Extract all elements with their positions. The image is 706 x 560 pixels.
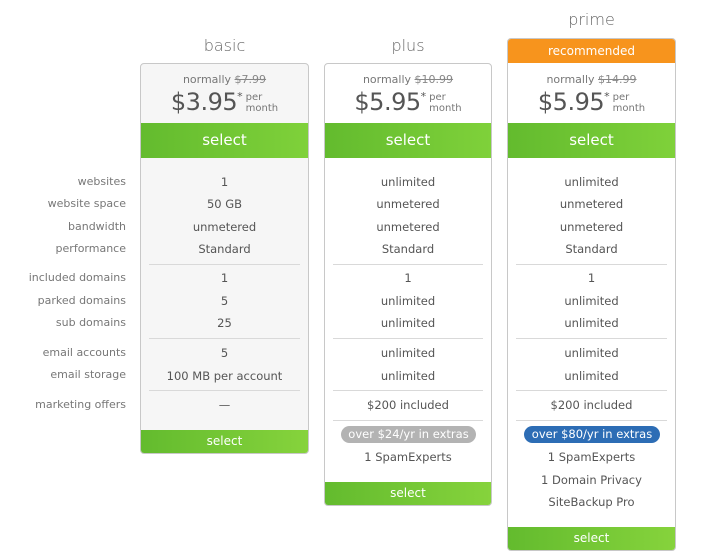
feature-label-website-space: website space (47, 197, 126, 210)
feature-label-sub-domains: sub domains (55, 316, 126, 329)
feature-label-performance: performance (55, 242, 126, 255)
price-asterisk: * (237, 90, 243, 103)
feature-value: 100 MB per account (166, 369, 283, 383)
recommended-ribbon: recommended (508, 39, 675, 63)
feature-value: 1 (404, 271, 412, 285)
feature-value: unlimited (564, 294, 619, 308)
extra-item: 1 SpamExperts (364, 450, 452, 464)
extras-badge: over $24/yr in extras (341, 426, 476, 443)
feature-value: unlimited (564, 316, 619, 330)
feature-value: 1 (587, 271, 596, 285)
select-button-plus-bottom[interactable]: select (325, 482, 491, 505)
feature-value: unlimited (380, 294, 436, 308)
price: $5.95 (354, 88, 421, 116)
feature-value: unlimited (380, 175, 436, 189)
feature-value: Standard (565, 242, 618, 256)
feature-value: 25 (217, 316, 232, 330)
divider (516, 338, 667, 339)
feature-value: unlimited (564, 346, 619, 360)
feature-value: 1 (220, 175, 229, 189)
feature-value: unmetered (559, 220, 624, 234)
feature-value: 5 (220, 346, 229, 360)
month-label: month (245, 103, 279, 114)
select-button-basic-bottom[interactable]: select (141, 430, 308, 453)
feature-value: unlimited (380, 316, 436, 330)
price: $5.95 (537, 88, 605, 116)
divider (333, 390, 483, 391)
plan-name-prime: prime (568, 10, 615, 29)
feature-value: 1 (220, 271, 229, 285)
divider (149, 390, 300, 391)
divider (333, 338, 483, 339)
divider (333, 420, 483, 421)
extras-badge: over $80/yr in extras (524, 426, 660, 443)
plan-card-plus: normally $10.99 $5.95 * per month select… (324, 63, 492, 506)
feature-label-bandwidth: bandwidth (68, 220, 126, 233)
divider (516, 264, 667, 265)
feature-label-included-domains: included domains (28, 271, 126, 284)
feature-value: Standard (198, 242, 251, 256)
divider (516, 390, 667, 391)
normally-label: normally (546, 73, 595, 86)
normally-label: normally (362, 73, 412, 86)
normal-price-line: normally $7.99 (141, 73, 308, 87)
divider (149, 338, 300, 339)
feature-label-parked-domains: parked domains (37, 294, 126, 307)
feature-value: 5 (220, 294, 229, 308)
per-label: per (429, 92, 446, 103)
divider (149, 264, 300, 265)
divider (333, 264, 483, 265)
feature-value: unlimited (564, 175, 619, 189)
plan-name-basic: basic (203, 36, 246, 55)
feature-value: unlimited (380, 369, 436, 383)
normal-price: $7.99 (234, 73, 267, 86)
feature-label-websites: websites (77, 175, 126, 188)
month-label: month (429, 103, 462, 114)
normally-label: normally (182, 73, 232, 86)
per-label: per (612, 92, 630, 103)
feature-value: unmetered (559, 197, 624, 211)
feature-label-marketing-offers: marketing offers (35, 398, 126, 411)
per-month: per month (613, 92, 645, 114)
feature-value: Standard (381, 242, 435, 256)
month-label: month (612, 103, 646, 114)
feature-value: 50 GB (206, 197, 243, 211)
feature-value: $200 included (550, 398, 633, 412)
feature-value: unmetered (192, 220, 257, 234)
per-month: per month (429, 92, 461, 114)
plan-card-prime: recommended normally $14.99 $5.95 * per … (507, 38, 676, 551)
feature-value: unmetered (376, 197, 440, 211)
price: $3.95 (170, 88, 238, 116)
normal-price: $14.99 (598, 73, 637, 86)
feature-value: — (218, 398, 231, 412)
extra-item: 1 SpamExperts (547, 450, 636, 464)
per-month: per month (246, 92, 278, 114)
price-row: $3.95 * per month (141, 88, 308, 116)
extra-item: SiteBackup Pro (548, 495, 635, 509)
select-button-prime[interactable]: select (508, 123, 675, 158)
feature-value: unmetered (376, 220, 440, 234)
plan-name-plus: plus (391, 36, 425, 55)
per-label: per (245, 92, 263, 103)
normal-price-line: normally $10.99 (325, 73, 491, 87)
feature-label-email-storage: email storage (50, 368, 126, 381)
normal-price: $10.99 (414, 73, 454, 86)
feature-label-email-accounts: email accounts (42, 346, 126, 359)
select-button-prime-bottom[interactable]: select (508, 527, 675, 550)
price-asterisk: * (420, 90, 427, 103)
price-asterisk: * (604, 90, 610, 103)
price-row: $5.95 * per month (508, 88, 675, 116)
feature-value: unlimited (380, 346, 436, 360)
select-button-plus[interactable]: select (325, 123, 491, 158)
price-row: $5.95 * per month (325, 88, 491, 116)
extra-item: 1 Domain Privacy (541, 473, 642, 487)
divider (516, 420, 667, 421)
plan-card-basic: normally $7.99 $3.95 * per month select … (140, 63, 309, 454)
select-button-basic[interactable]: select (141, 123, 308, 158)
normal-price-line: normally $14.99 (508, 73, 675, 87)
feature-value: unlimited (564, 369, 619, 383)
feature-value: $200 included (367, 398, 449, 412)
